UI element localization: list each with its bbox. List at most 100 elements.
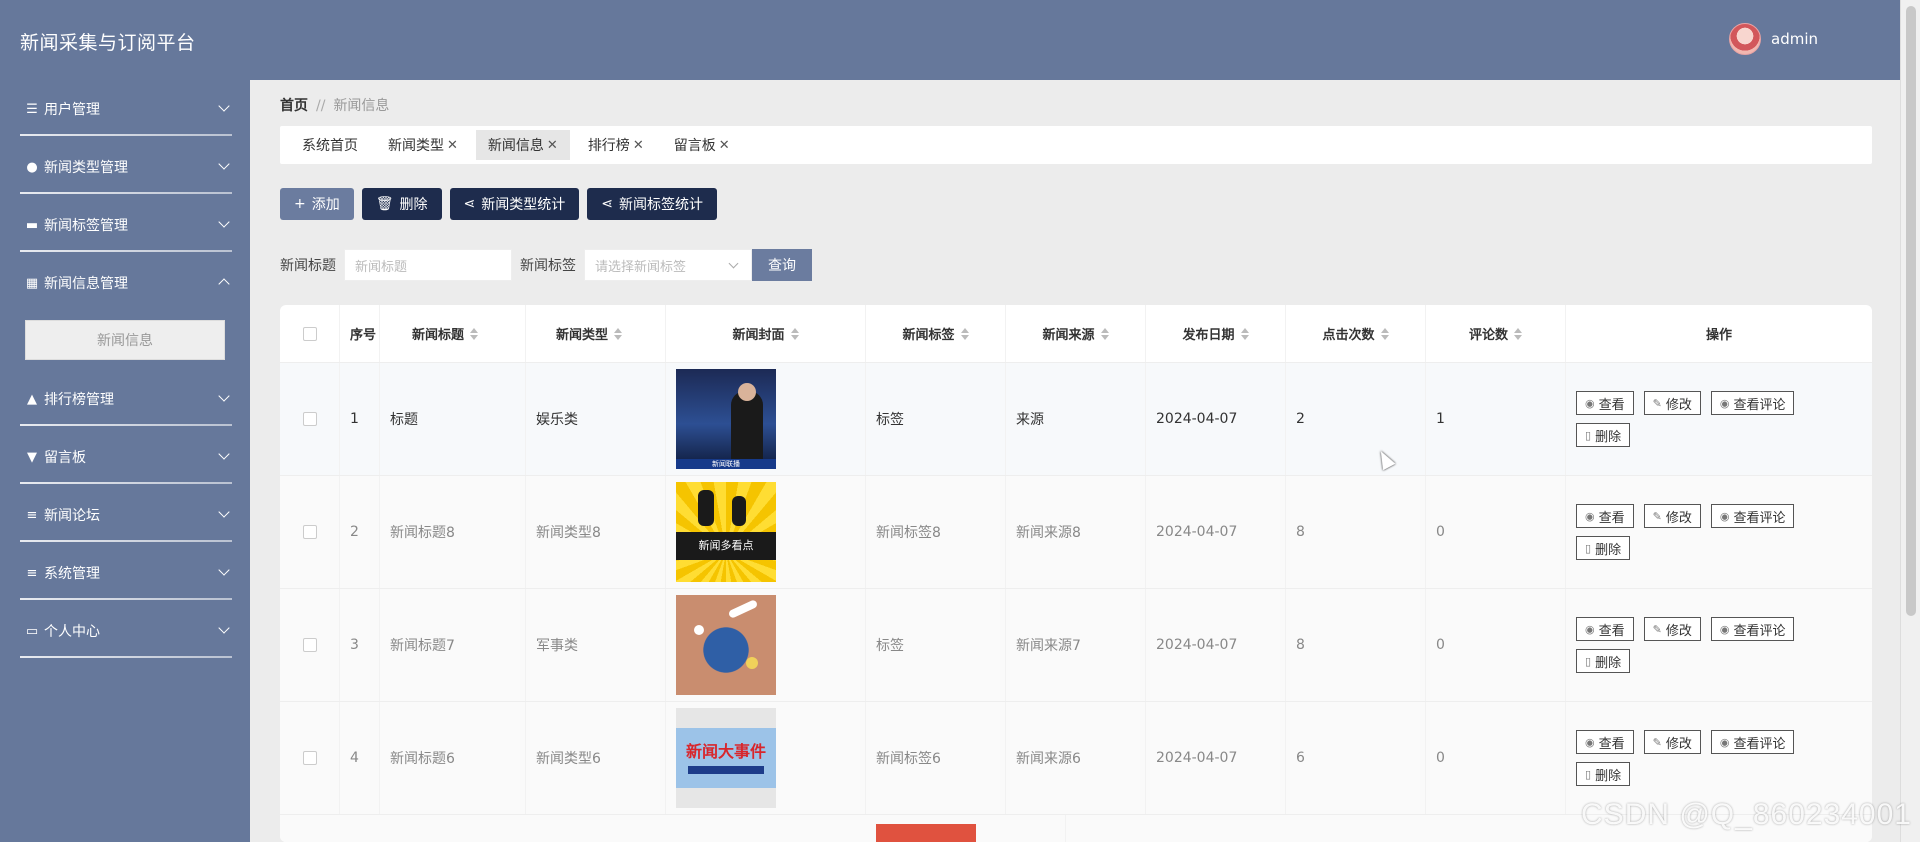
select-all-checkbox[interactable] xyxy=(302,326,317,341)
col-tag[interactable]: 新闻标签 xyxy=(866,305,1006,362)
eye-icon: ◉ xyxy=(1585,509,1595,523)
sort-icon[interactable] xyxy=(790,327,799,340)
sidebar-item-label: 用户管理 xyxy=(44,102,100,118)
eye-icon: ◉ xyxy=(1585,622,1595,636)
row-checkbox[interactable] xyxy=(302,751,317,765)
sidebar-item-personal[interactable]: ▭ 个人中心 xyxy=(0,602,250,660)
close-icon[interactable]: ✕ xyxy=(547,138,558,153)
query-button[interactable]: 查询 xyxy=(752,249,812,281)
user-menu[interactable]: admin xyxy=(1729,23,1818,55)
tag-select-placeholder: 请选择新闻标签 xyxy=(595,259,687,275)
tab-news-info[interactable]: 新闻信息 ✕ xyxy=(475,130,570,160)
sidebar-item-news-info[interactable]: ▦ 新闻信息管理 xyxy=(0,254,250,312)
row-delete-button[interactable]: ▯ 删除 xyxy=(1576,762,1631,786)
sort-icon[interactable] xyxy=(960,327,969,340)
sort-icon[interactable] xyxy=(1100,327,1109,340)
tab-ranking[interactable]: 排行榜 ✕ xyxy=(576,130,656,160)
sidebar-item-user-management[interactable]: ☰ 用户管理 xyxy=(0,80,250,138)
tab-news-type[interactable]: 新闻类型 ✕ xyxy=(376,130,470,160)
cell-type: 娱乐类 xyxy=(526,363,666,475)
row-delete-button[interactable]: ▯ 删除 xyxy=(1576,649,1631,673)
view-button[interactable]: ◉ 查看 xyxy=(1576,730,1634,754)
col-label: 新闻标签 xyxy=(902,328,955,343)
vertical-scrollbar[interactable] xyxy=(1900,0,1920,842)
sidebar-item-ranking[interactable]: ▲ 排行榜管理 xyxy=(0,370,250,428)
tab-home[interactable]: 系统首页 xyxy=(290,130,370,160)
close-icon[interactable]: ✕ xyxy=(719,138,730,153)
tab-label: 系统首页 xyxy=(302,138,358,154)
col-date[interactable]: 发布日期 xyxy=(1146,305,1286,362)
sidebar-item-forum[interactable]: ≡ 新闻论坛 xyxy=(0,486,250,544)
sort-icon[interactable] xyxy=(1380,327,1389,340)
chevron-down-icon xyxy=(218,390,230,402)
title-filter-label: 新闻标题 xyxy=(280,258,336,274)
sidebar-item-label: 新闻信息管理 xyxy=(44,276,128,292)
row-select-cell xyxy=(280,589,340,701)
view-button[interactable]: ◉ 查看 xyxy=(1576,617,1634,641)
sort-icon[interactable] xyxy=(1240,327,1249,340)
cell-title: 标题 xyxy=(380,363,526,475)
grid-icon: ▦ xyxy=(25,275,39,291)
row-checkbox[interactable] xyxy=(302,412,317,426)
close-icon[interactable]: ✕ xyxy=(633,138,644,153)
news-cover-image[interactable] xyxy=(676,595,776,695)
submenu-item-news-info[interactable]: 新闻信息 xyxy=(25,320,225,360)
col-cover[interactable]: 新闻封面 xyxy=(666,305,866,362)
sidebar-item-news-type[interactable]: ● 新闻类型管理 xyxy=(0,138,250,196)
row-checkbox[interactable] xyxy=(302,525,317,539)
cell-title: 新闻标题6 xyxy=(380,702,526,814)
scrollbar-thumb[interactable] xyxy=(1906,6,1916,616)
breadcrumb-home[interactable]: 首页 xyxy=(280,98,308,114)
eye-icon: ◉ xyxy=(1719,396,1730,410)
sort-icon[interactable] xyxy=(470,327,479,340)
delete-label: 删除 xyxy=(1595,768,1622,784)
col-clicks[interactable]: 点击次数 xyxy=(1286,305,1426,362)
tag-select[interactable]: 请选择新闻标签 xyxy=(584,249,752,281)
delete-button[interactable]: 🗑 删除 xyxy=(361,188,442,220)
cell-type: 新闻类型8 xyxy=(526,476,666,588)
news-cover-image[interactable]: 新闻联播 xyxy=(676,369,776,469)
sidebar-item-system[interactable]: ≡ 系统管理 xyxy=(0,544,250,602)
col-source[interactable]: 新闻来源 xyxy=(1006,305,1146,362)
chevron-down-icon xyxy=(218,448,230,460)
sidebar-item-message-board[interactable]: ▼ 留言板 xyxy=(0,428,250,486)
row-delete-button[interactable]: ▯ 删除 xyxy=(1576,423,1631,447)
col-type[interactable]: 新闻类型 xyxy=(526,305,666,362)
tag-stats-button[interactable]: ⋖ 新闻标签统计 xyxy=(587,188,717,220)
row-checkbox[interactable] xyxy=(302,638,317,652)
tab-message-board[interactable]: 留言板 ✕ xyxy=(662,130,742,160)
table-header: 序号 新闻标题 新闻类型 新闻封面 新闻标签 新闻来源 发布日期 点击次数 评论… xyxy=(280,305,1872,363)
news-cover-image[interactable] xyxy=(876,823,976,842)
close-icon[interactable]: ✕ xyxy=(447,138,458,153)
view-button[interactable]: ◉ 查看 xyxy=(1576,504,1634,528)
avatar[interactable] xyxy=(1729,23,1761,55)
news-cover-image[interactable]: 新闻大事件 xyxy=(676,708,776,808)
edit-button[interactable]: ✎ 修改 xyxy=(1643,730,1701,754)
news-cover-image[interactable]: 新闻多看点 xyxy=(676,482,776,582)
edit-button[interactable]: ✎ 修改 xyxy=(1643,504,1701,528)
view-comments-button[interactable]: ◉ 查看评论 xyxy=(1710,504,1795,528)
view-comments-button[interactable]: ◉ 查看评论 xyxy=(1710,730,1795,754)
col-title[interactable]: 新闻标题 xyxy=(380,305,526,362)
title-search-input[interactable]: 新闻标题 xyxy=(344,249,512,281)
sort-icon[interactable] xyxy=(1514,327,1522,340)
col-comments[interactable]: 评论数 xyxy=(1426,305,1566,362)
eye-icon: ◉ xyxy=(1585,396,1595,410)
view-button[interactable]: ◉ 查看 xyxy=(1576,391,1634,415)
row-delete-button[interactable]: ▯ 删除 xyxy=(1576,536,1631,560)
edit-button[interactable]: ✎ 修改 xyxy=(1643,391,1701,415)
cell-cover xyxy=(866,815,1066,842)
sort-icon[interactable] xyxy=(614,327,623,340)
sidebar-item-label: 个人中心 xyxy=(44,624,100,640)
col-label: 新闻类型 xyxy=(556,328,609,343)
view-comments-button[interactable]: ◉ 查看评论 xyxy=(1710,617,1795,641)
sidebar-item-label: 留言板 xyxy=(44,450,86,466)
type-stats-button[interactable]: ⋖ 新闻类型统计 xyxy=(449,188,580,220)
edit-button[interactable]: ✎ 修改 xyxy=(1643,617,1701,641)
edit-label: 修改 xyxy=(1665,397,1692,413)
view-comments-button[interactable]: ◉ 查看评论 xyxy=(1710,391,1795,415)
sidebar-item-news-tag[interactable]: ▬ 新闻标签管理 xyxy=(0,196,250,254)
add-button[interactable]: + 添加 xyxy=(280,188,354,220)
row-select-cell xyxy=(280,702,340,814)
username[interactable]: admin xyxy=(1771,30,1818,48)
